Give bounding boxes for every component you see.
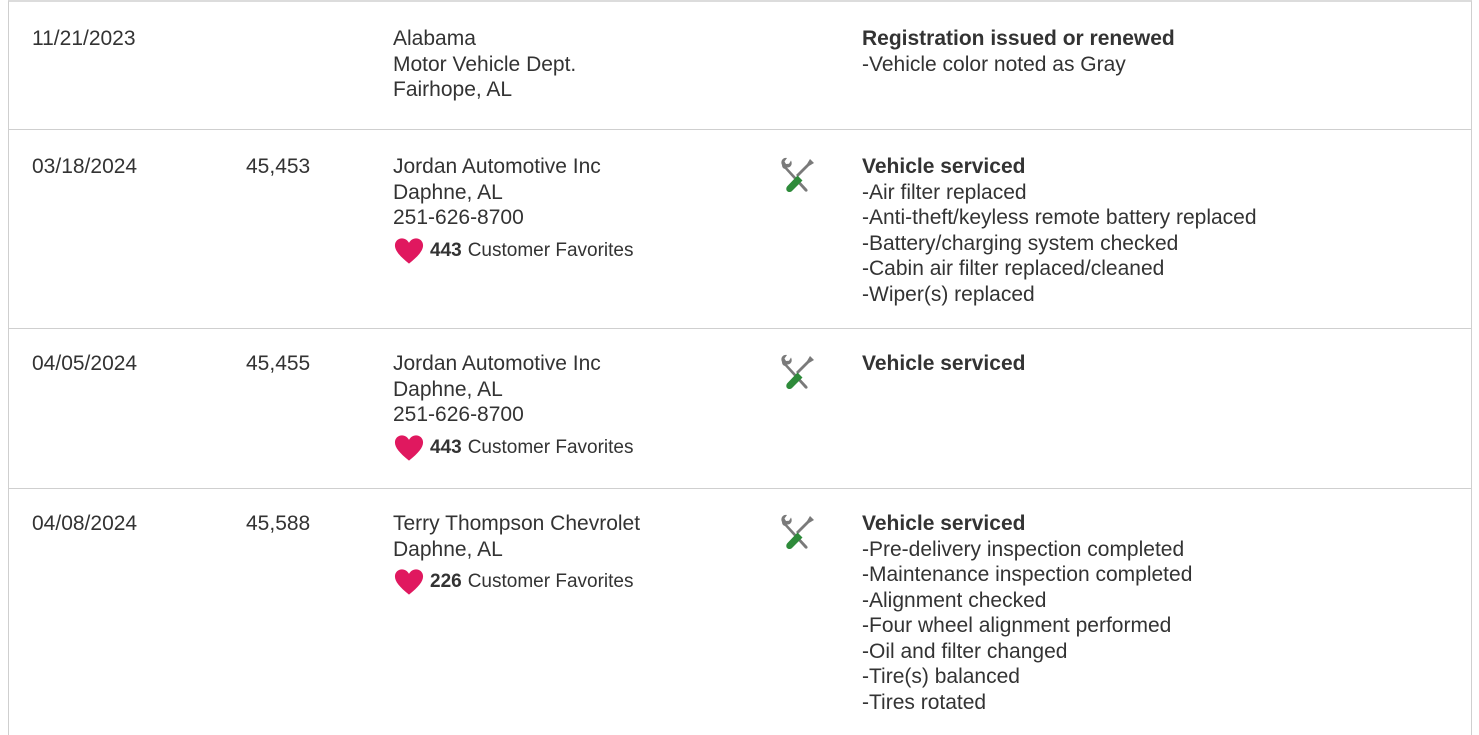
comment-line: -Wiper(s) replaced xyxy=(862,282,1035,306)
comment-title: Registration issued or renewed xyxy=(862,27,1175,50)
record-mileage: 45,455 xyxy=(246,352,311,375)
source-line: Daphne, AL xyxy=(393,180,503,204)
customer-favorites[interactable]: 226 Customer Favorites xyxy=(393,568,640,596)
source-line: Jordan Automotive Inc xyxy=(393,352,601,375)
comment-line: -Battery/charging system checked xyxy=(862,231,1179,255)
record-comments: Vehicle serviced -Pre-delivery inspectio… xyxy=(862,511,1192,715)
favorites-label: Customer Favorites xyxy=(467,571,634,592)
favorites-label: Customer Favorites xyxy=(467,239,634,261)
comment-line: -Tire(s) balanced xyxy=(862,665,1020,688)
record-source: Terry Thompson Chevrolet Daphne, AL 226 … xyxy=(393,511,640,596)
comment-line: -Tires rotated xyxy=(862,690,987,714)
favorites-count: 443 xyxy=(430,239,462,261)
comment-line: -Vehicle color noted as Gray xyxy=(862,52,1126,76)
comment-line: -Cabin air filter replaced/cleaned xyxy=(862,257,1165,280)
record-source: Jordan Automotive Inc Daphne, AL 251-626… xyxy=(393,154,633,265)
comment-line: -Maintenance inspection completed xyxy=(862,563,1193,586)
source-line: 251-626-8700 xyxy=(393,206,524,229)
record-date: 11/21/2023 xyxy=(32,27,136,50)
record-date: 04/05/2024 xyxy=(32,352,138,375)
comment-line: -Oil and filter changed xyxy=(862,639,1068,663)
record-comments: Registration issued or renewed -Vehicle … xyxy=(862,26,1175,77)
source-line: Motor Vehicle Dept. xyxy=(393,52,577,76)
vehicle-history-table: 11/21/2023 Alabama Motor Vehicle Dept. F… xyxy=(8,0,1472,735)
heart-icon xyxy=(394,434,424,461)
comment-line: -Air filter replaced xyxy=(862,180,1027,204)
source-line: Daphne, AL xyxy=(393,537,503,561)
source-line: Terry Thompson Chevrolet xyxy=(393,512,641,535)
record-date: 03/18/2024 xyxy=(32,155,138,178)
wrench-screwdriver-icon xyxy=(781,514,814,550)
wrench-screwdriver-icon xyxy=(781,354,814,390)
record-comments: Vehicle serviced -Air filter replaced -A… xyxy=(862,154,1257,307)
comment-line: -Anti-theft/keyless remote battery repla… xyxy=(862,206,1257,229)
comment-title: Vehicle serviced xyxy=(862,352,1026,375)
heart-icon xyxy=(394,237,424,264)
favorites-count: 443 xyxy=(430,436,462,458)
source-line: Jordan Automotive Inc xyxy=(393,155,601,178)
record-source: Jordan Automotive Inc Daphne, AL 251-626… xyxy=(393,351,633,462)
comment-title: Vehicle serviced xyxy=(862,155,1026,178)
source-line: Fairhope, AL xyxy=(393,78,513,101)
history-record: 04/05/2024 45,455 Jordan Automotive Inc … xyxy=(9,329,1471,489)
record-comments: Vehicle serviced xyxy=(862,351,1025,377)
history-record: 03/18/2024 45,453 Jordan Automotive Inc … xyxy=(9,130,1471,329)
wrench-screwdriver-icon xyxy=(781,157,814,193)
favorites-label: Customer Favorites xyxy=(467,436,634,458)
source-line: 251-626-8700 xyxy=(393,403,524,426)
record-date: 04/08/2024 xyxy=(32,512,138,535)
record-mileage: 45,588 xyxy=(246,512,311,535)
source-line: Daphne, AL xyxy=(393,377,503,401)
customer-favorites[interactable]: 443 Customer Favorites xyxy=(393,434,633,462)
comment-line: -Alignment checked xyxy=(862,588,1047,612)
comment-line: -Four wheel alignment performed xyxy=(862,614,1172,637)
source-line: Alabama xyxy=(393,27,476,50)
history-record: 11/21/2023 Alabama Motor Vehicle Dept. F… xyxy=(9,2,1471,130)
history-record: 04/08/2024 45,588 Terry Thompson Chevrol… xyxy=(9,489,1471,735)
record-mileage: 45,453 xyxy=(246,155,311,178)
favorites-count: 226 xyxy=(430,571,462,592)
comment-title: Vehicle serviced xyxy=(862,512,1026,535)
heart-icon xyxy=(394,569,424,595)
comment-line: -Pre-delivery inspection completed xyxy=(862,537,1185,561)
customer-favorites[interactable]: 443 Customer Favorites xyxy=(393,237,633,265)
record-source: Alabama Motor Vehicle Dept. Fairhope, AL xyxy=(393,26,576,103)
